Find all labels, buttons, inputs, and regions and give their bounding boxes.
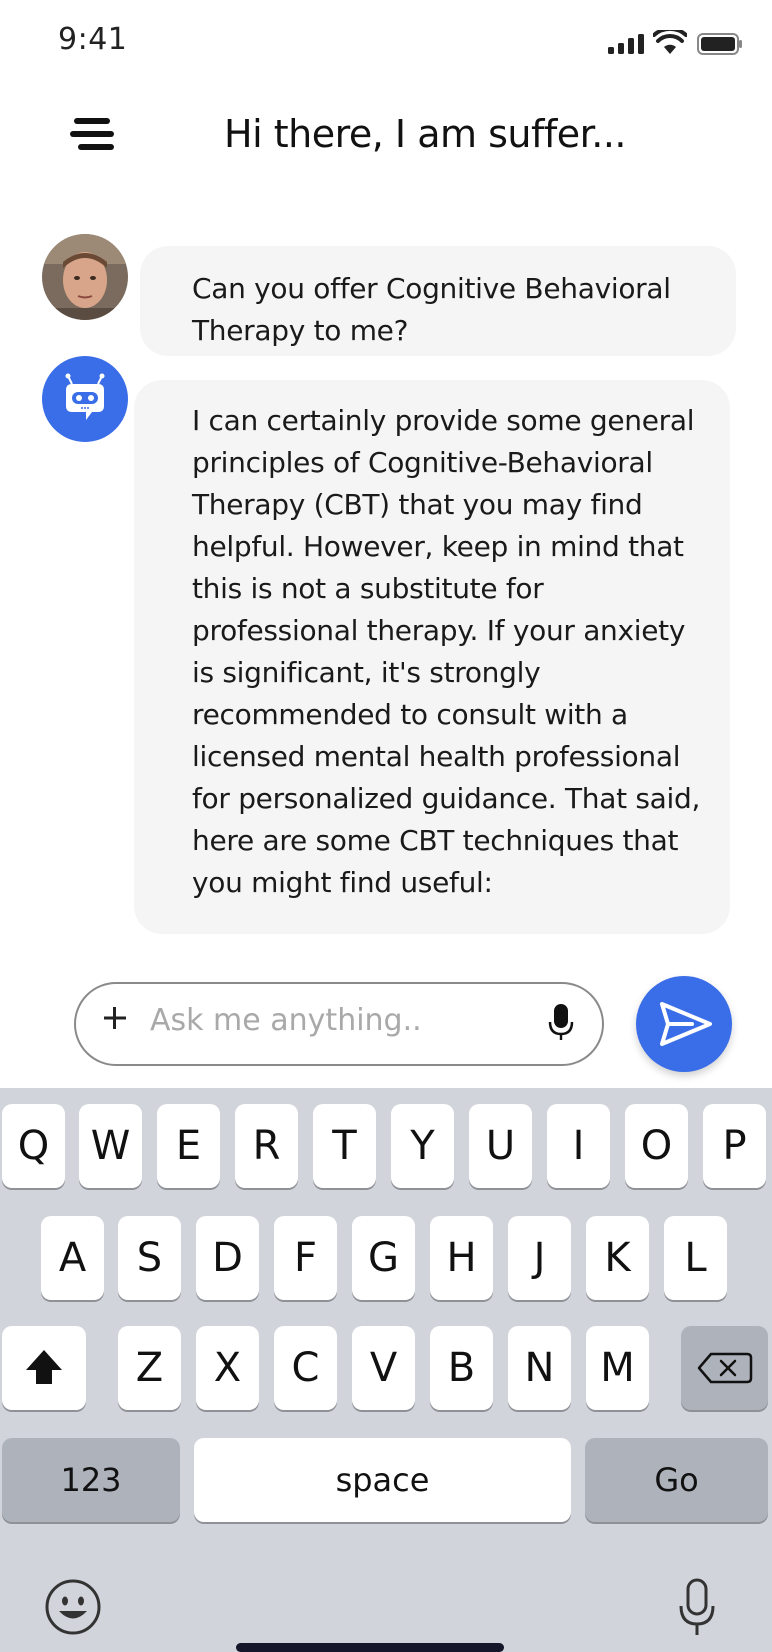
emoji-icon[interactable]: [44, 1578, 102, 1636]
key-w[interactable]: W: [79, 1104, 142, 1188]
key-q[interactable]: Q: [2, 1104, 65, 1188]
user-avatar: [42, 234, 128, 320]
plus-icon[interactable]: [100, 1003, 130, 1033]
key-s[interactable]: S: [118, 1216, 181, 1300]
key-t[interactable]: T: [313, 1104, 376, 1188]
backspace-icon: [697, 1352, 753, 1384]
key-u[interactable]: U: [469, 1104, 532, 1188]
shift-icon: [26, 1350, 62, 1384]
robot-icon: [65, 373, 105, 420]
menu-icon[interactable]: [70, 116, 118, 154]
dictation-microphone-icon[interactable]: [678, 1578, 716, 1638]
wifi-icon: [653, 30, 687, 54]
send-icon: [660, 1002, 712, 1046]
microphone-icon[interactable]: [548, 1002, 574, 1042]
backspace-key[interactable]: [681, 1326, 768, 1410]
go-key[interactable]: Go: [585, 1438, 768, 1522]
cellular-signal-icon: [608, 34, 644, 54]
key-b[interactable]: B: [430, 1326, 493, 1410]
key-a[interactable]: A: [41, 1216, 104, 1300]
user-message-bubble: Can you offer Cognitive Behavioral Thera…: [140, 246, 736, 356]
home-indicator: [236, 1643, 504, 1652]
key-n[interactable]: N: [508, 1326, 571, 1410]
key-d[interactable]: D: [196, 1216, 259, 1300]
key-c[interactable]: C: [274, 1326, 337, 1410]
on-screen-keyboard: Q W E R T Y U I O P A S D F G H J K L Z …: [0, 1088, 772, 1652]
key-e[interactable]: E: [157, 1104, 220, 1188]
key-m[interactable]: M: [586, 1326, 649, 1410]
key-l[interactable]: L: [664, 1216, 727, 1300]
key-g[interactable]: G: [352, 1216, 415, 1300]
key-k[interactable]: K: [586, 1216, 649, 1300]
key-r[interactable]: R: [235, 1104, 298, 1188]
key-p[interactable]: P: [703, 1104, 766, 1188]
shift-key[interactable]: [2, 1326, 86, 1410]
key-h[interactable]: H: [430, 1216, 493, 1300]
key-j[interactable]: J: [508, 1216, 571, 1300]
key-y[interactable]: Y: [391, 1104, 454, 1188]
message-input-placeholder[interactable]: Ask me anything..: [150, 1003, 422, 1038]
space-key[interactable]: space: [194, 1438, 571, 1522]
key-v[interactable]: V: [352, 1326, 415, 1410]
status-time: 9:41: [58, 22, 128, 57]
battery-icon: [697, 33, 742, 55]
page-title: Hi there, I am suffer...: [224, 112, 626, 156]
key-z[interactable]: Z: [118, 1326, 181, 1410]
bot-avatar: [42, 356, 128, 442]
bot-message-bubble: I can certainly provide some general pri…: [134, 380, 730, 934]
numbers-key[interactable]: 123: [2, 1438, 180, 1522]
key-o[interactable]: O: [625, 1104, 688, 1188]
key-i[interactable]: I: [547, 1104, 610, 1188]
send-button[interactable]: [636, 976, 732, 1072]
key-x[interactable]: X: [196, 1326, 259, 1410]
key-f[interactable]: F: [274, 1216, 337, 1300]
